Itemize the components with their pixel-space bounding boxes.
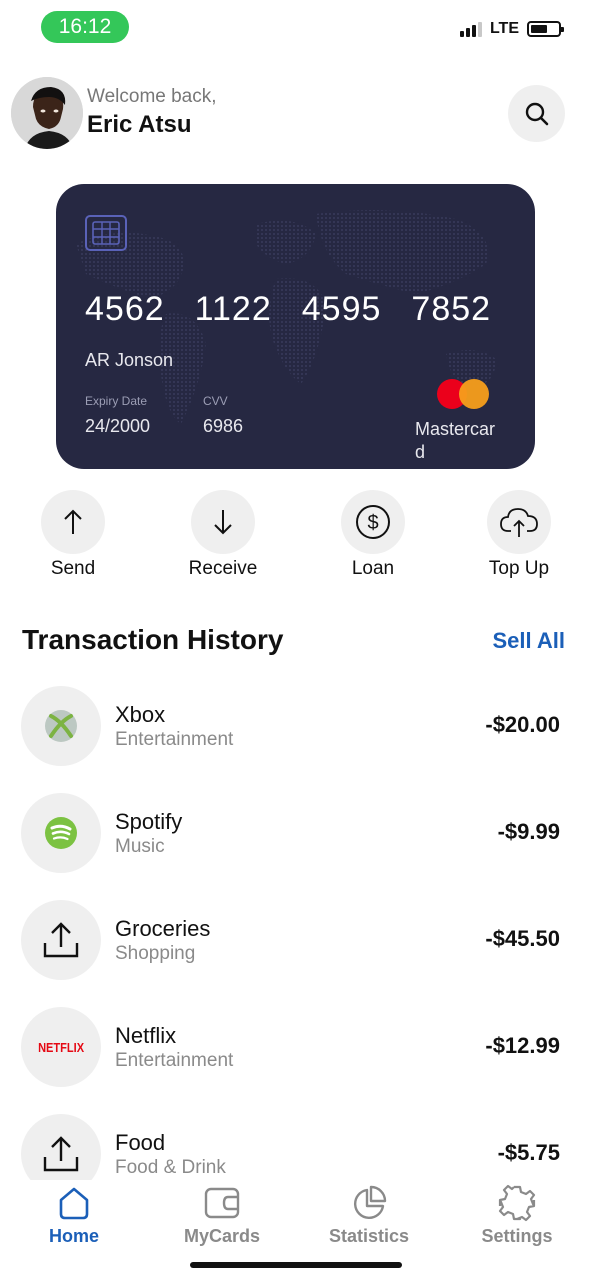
transaction-row[interactable]: Food Food & Drink -$5.75	[0, 1114, 591, 1180]
transaction-category: Food & Drink	[115, 1157, 226, 1178]
user-name: Eric Atsu	[87, 111, 192, 138]
top-up-button-circle	[487, 490, 551, 554]
expiry-label: Expiry Date	[85, 394, 148, 408]
transaction-category: Music	[115, 836, 165, 857]
nav-home-label: Home	[48, 1226, 99, 1246]
transaction-icon-circle	[21, 793, 101, 873]
home-indicator	[190, 1262, 402, 1268]
send-button-circle	[41, 490, 105, 554]
card-holder-name: AR Jonson	[85, 350, 174, 370]
nav-home[interactable]: Home	[14, 1184, 134, 1247]
status-indicators: LTE	[459, 20, 564, 38]
card-number-group: 4562	[85, 290, 165, 328]
transaction-amount: -$9.99	[497, 819, 560, 844]
top-up-button[interactable]: Top Up	[454, 490, 584, 580]
arrow-up-icon	[64, 509, 82, 534]
transaction-name: Food	[115, 1130, 166, 1155]
send-button[interactable]: Send	[8, 490, 138, 580]
card-number-group: 4595	[301, 290, 382, 328]
wallet-icon	[204, 1187, 240, 1219]
cvv-value: 6986	[203, 416, 244, 436]
card-network-name: Mastercard	[415, 419, 496, 462]
loan-label: Loan	[351, 558, 395, 579]
receive-button[interactable]: Receive	[158, 490, 288, 580]
network-type: LTE	[489, 20, 519, 37]
transaction-name: Groceries	[115, 916, 211, 941]
svg-text:$: $	[367, 512, 378, 534]
avatar[interactable]	[11, 77, 83, 149]
welcome-text: Welcome back,	[87, 86, 217, 107]
card-number-group: 1122	[194, 290, 272, 328]
transaction-row[interactable]: Groceries Shopping -$45.50	[0, 900, 591, 980]
status-time: 16:12	[41, 11, 129, 43]
top-up-label: Top Up	[488, 558, 550, 579]
nav-settings-label: Settings	[481, 1226, 553, 1246]
transaction-amount: -$12.99	[485, 1033, 560, 1058]
transaction-name: Spotify	[115, 809, 183, 834]
transaction-category: Entertainment	[115, 1050, 234, 1071]
battery-icon	[527, 21, 564, 37]
transaction-icon-circle	[21, 900, 101, 980]
loan-button-circle: $	[341, 490, 405, 554]
nav-statistics-label: Statistics	[328, 1226, 410, 1246]
pie-chart-icon	[354, 1185, 387, 1219]
dollar-circle-icon: $	[356, 505, 390, 539]
transaction-row[interactable]: Spotify Music -$9.99	[0, 793, 591, 873]
signal-icon	[459, 21, 482, 37]
nav-settings[interactable]: Settings	[457, 1184, 577, 1247]
transaction-row[interactable]: NETFLIX Netflix Entertainment -$12.99	[0, 1007, 591, 1087]
card-number: 4562 1122 4595 7852	[85, 290, 491, 329]
spotify-icon	[45, 817, 77, 849]
receive-label: Receive	[188, 558, 258, 579]
upload-icon	[43, 922, 79, 958]
search-icon	[525, 102, 548, 125]
mastercard-logo-icon	[437, 379, 491, 409]
transaction-category: Shopping	[115, 943, 196, 964]
credit-card[interactable]: 4562 1122 4595 7852 AR Jonson Expiry Dat…	[56, 184, 535, 469]
transaction-icon-circle: NETFLIX	[21, 1007, 101, 1087]
cvv-label: CVV	[203, 394, 228, 408]
transaction-category: Entertainment	[115, 729, 234, 750]
cloud-upload-icon	[500, 508, 538, 537]
card-chip-icon	[85, 215, 127, 251]
search-button[interactable]	[508, 85, 565, 142]
nav-mycards[interactable]: MyCards	[162, 1184, 282, 1247]
status-bar: 16:12 LTE	[0, 0, 591, 56]
expiry-value: 24/2000	[85, 416, 151, 436]
gear-icon	[498, 1184, 536, 1222]
transaction-name: Xbox	[115, 702, 166, 727]
transaction-list: Xbox Entertainment -$20.00 Spotify Music…	[0, 686, 591, 1180]
upload-icon	[43, 1136, 79, 1172]
xbox-icon	[45, 710, 77, 742]
nav-statistics[interactable]: Statistics	[309, 1184, 429, 1247]
transaction-name: Netflix	[115, 1023, 177, 1048]
arrow-down-icon	[214, 510, 232, 535]
transaction-row[interactable]: Xbox Entertainment -$20.00	[0, 686, 591, 766]
see-all-link[interactable]: Sell All	[492, 628, 565, 654]
home-icon	[59, 1187, 89, 1220]
transaction-amount: -$20.00	[485, 712, 560, 737]
transaction-amount: -$5.75	[497, 1140, 560, 1165]
card-number-group: 7852	[411, 290, 492, 328]
loan-button[interactable]: $ Loan	[308, 490, 438, 580]
transaction-history-title: Transaction History	[22, 624, 284, 655]
receive-button-circle	[191, 490, 255, 554]
nav-mycards-label: MyCards	[183, 1226, 261, 1246]
transaction-icon-circle	[21, 686, 101, 766]
transaction-amount: -$45.50	[485, 926, 560, 951]
transaction-icon-circle	[21, 1114, 101, 1180]
send-label: Send	[50, 558, 96, 579]
netflix-icon: NETFLIX	[37, 1039, 85, 1055]
